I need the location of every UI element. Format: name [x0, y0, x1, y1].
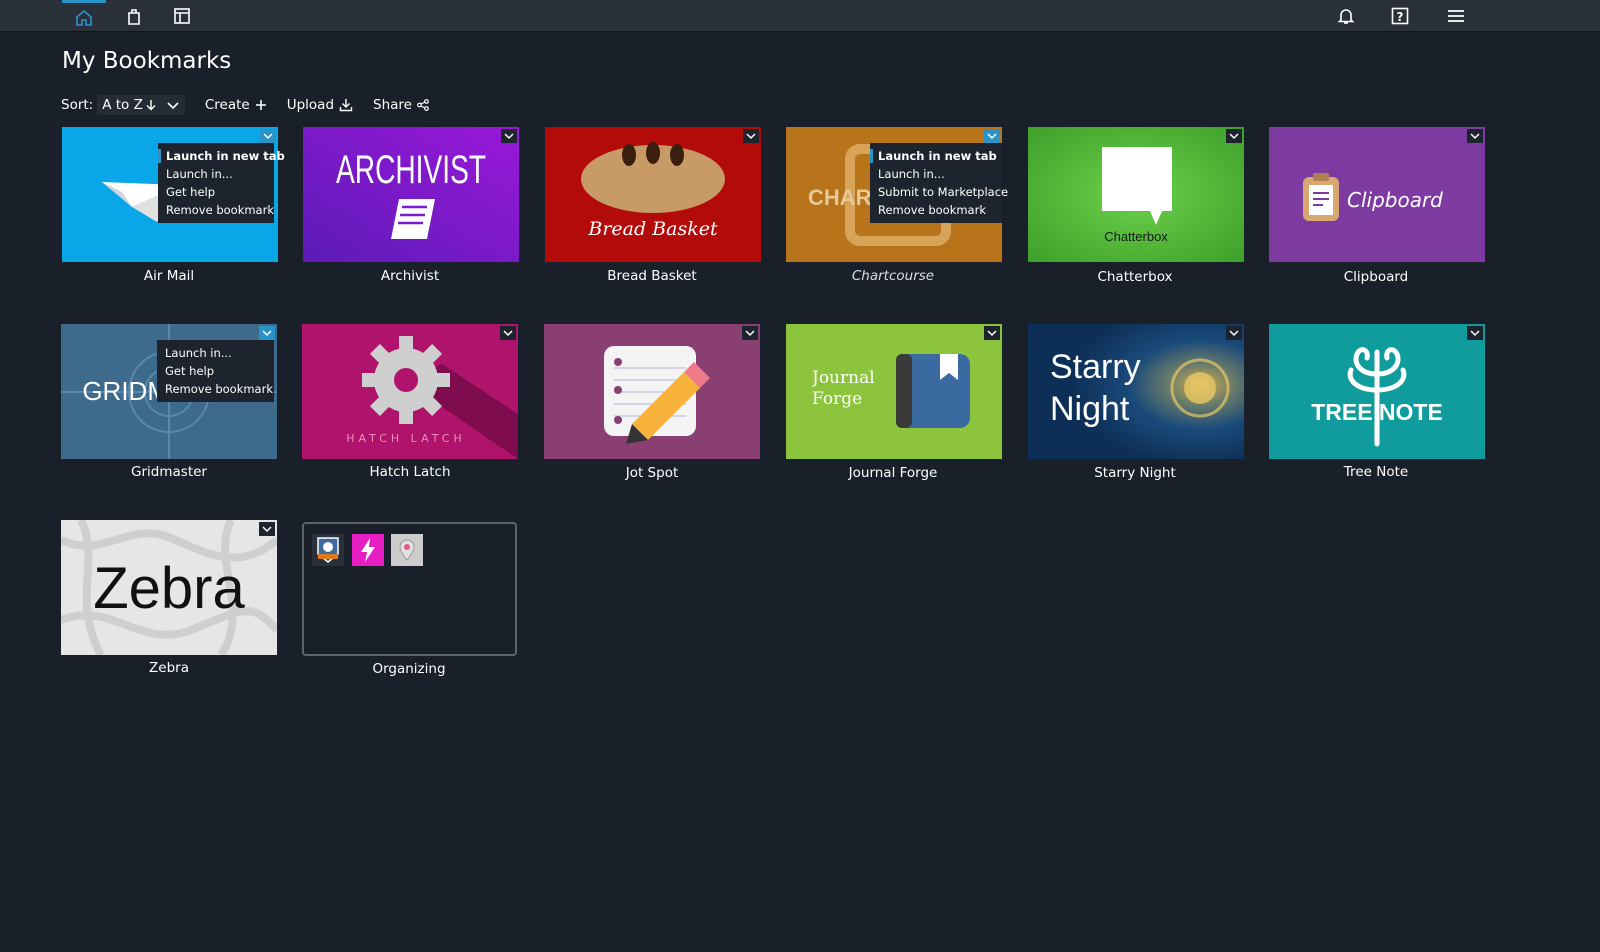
tile-label: Archivist	[380, 268, 440, 284]
bookmark-tile-jot-spot[interactable]	[544, 324, 760, 459]
bookmark-tile-archivist[interactable]: ARCHIVIST	[303, 127, 519, 262]
hatch-latch-art-text: HATCH LATCH	[346, 432, 466, 445]
tile-label: Clipboard	[1343, 269, 1409, 285]
bookmark-tile-bread-basket[interactable]: Bread Basket	[545, 127, 761, 262]
dashboard-icon[interactable]	[160, 0, 204, 32]
menu-item-launch-new-tab[interactable]: Launch in new tab	[870, 147, 1002, 165]
bookmark-tile-hatch-latch[interactable]: HATCH LATCH	[302, 324, 518, 459]
share-icon	[417, 99, 429, 111]
menu-item-get-help[interactable]: Get help	[157, 362, 274, 380]
upload-label: Upload	[286, 97, 335, 113]
bread-basket-art: Bread Basket	[545, 127, 761, 262]
clipboard-art-text: Clipboard	[1347, 188, 1443, 212]
tile-options-chevron-icon[interactable]	[1226, 129, 1242, 143]
tile-options-chevron-icon[interactable]	[500, 326, 516, 340]
mini-app-pin-icon	[391, 534, 423, 566]
sort-value: A to Z	[102, 97, 143, 113]
tile-label: Starry Night	[1094, 465, 1176, 481]
tile-options-chevron-icon[interactable]	[984, 129, 1000, 143]
tile-options-chevron-icon[interactable]	[1467, 129, 1483, 143]
archivist-art: ARCHIVIST	[303, 127, 519, 262]
menu-item-remove-bookmark[interactable]: Remove bookmark	[157, 380, 274, 398]
bookmark-tile-journal-forge[interactable]: Journal Forge	[786, 324, 1002, 459]
bookmarks-toolbar: Sort: A to Z Create Upload Share	[61, 95, 449, 115]
tile-options-chevron-icon[interactable]	[501, 129, 517, 143]
share-button[interactable]: Share	[373, 97, 429, 113]
chatterbox-art: Chatterbox	[1028, 127, 1244, 262]
top-navigation-bar: ?	[0, 0, 1600, 32]
tile-label: Air Mail	[143, 268, 195, 284]
menu-item-submit-marketplace[interactable]: Submit to Marketplace	[870, 183, 1008, 201]
tile-label: Bread Basket	[607, 268, 697, 284]
tile-options-chevron-icon[interactable]	[260, 129, 276, 143]
tile-context-menu: Launch in new tab Launch in... Submit to…	[870, 143, 1008, 223]
tile-label: Gridmaster	[131, 464, 207, 480]
chatterbox-art-text: Chatterbox	[1104, 229, 1168, 244]
tile-context-menu: Launch in new tab Launch in... Get help …	[158, 143, 285, 223]
archivist-art-text: ARCHIVIST	[336, 148, 486, 192]
tile-options-chevron-icon[interactable]	[984, 326, 1000, 340]
tile-options-chevron-icon[interactable]	[259, 522, 275, 536]
clipboard-art: Clipboard	[1269, 127, 1485, 262]
page-title: My Bookmarks	[62, 48, 232, 74]
help-icon[interactable]: ?	[1378, 0, 1422, 32]
journal-forge-art: Journal Forge	[786, 324, 1002, 459]
upload-button[interactable]: Upload	[287, 97, 353, 113]
zebra-art-text: Zebra	[93, 556, 245, 621]
notifications-bell-icon[interactable]	[1324, 0, 1368, 32]
arrow-down-icon	[146, 100, 156, 111]
menu-item-launch-in[interactable]: Launch in...	[157, 344, 274, 362]
share-label: Share	[373, 97, 412, 113]
menu-item-launch-new-tab[interactable]: Launch in new tab	[158, 147, 285, 165]
menu-item-remove-bookmark[interactable]: Remove bookmark	[158, 201, 274, 219]
tree-note-art: TREE NOTE	[1269, 324, 1485, 459]
bookmark-tile-starry-night[interactable]: Starry Night	[1028, 324, 1244, 459]
bread-basket-art-text: Bread Basket	[587, 218, 718, 240]
bookmark-tile-zebra[interactable]: Zebra	[61, 520, 277, 655]
plus-icon	[255, 100, 266, 110]
tile-options-chevron-icon[interactable]	[259, 326, 275, 340]
store-bag-icon[interactable]	[112, 0, 156, 32]
menu-item-launch-in[interactable]: Launch in...	[870, 165, 1002, 183]
menu-item-remove-bookmark[interactable]: Remove bookmark	[870, 201, 1002, 219]
hatch-latch-art: HATCH LATCH	[302, 324, 518, 459]
mini-app-map-icon	[312, 534, 344, 566]
sort-label: Sort:	[61, 97, 94, 113]
home-icon[interactable]	[62, 0, 106, 32]
chevron-down-icon	[167, 102, 179, 110]
create-button[interactable]: Create	[205, 97, 267, 113]
tile-label: Journal Forge	[848, 465, 938, 481]
tile-label: Zebra	[149, 660, 189, 676]
menu-item-get-help[interactable]: Get help	[158, 183, 274, 201]
sort-select[interactable]: A to Z	[97, 95, 185, 115]
tile-label: Tree Note	[1343, 464, 1409, 480]
bookmark-tile-clipboard[interactable]: Clipboard	[1269, 127, 1485, 262]
starry-night-art-text: Starry Night	[1050, 348, 1141, 428]
tile-context-menu: Launch in... Get help Remove bookmark	[157, 340, 274, 402]
mini-app-lightning-icon	[352, 534, 384, 566]
hamburger-menu-icon[interactable]	[1434, 0, 1478, 32]
tile-options-chevron-icon[interactable]	[743, 129, 759, 143]
tile-options-chevron-icon[interactable]	[1226, 326, 1242, 340]
menu-item-launch-in[interactable]: Launch in...	[158, 165, 274, 183]
zebra-art: Zebra	[61, 520, 277, 655]
svg-text:?: ?	[1397, 10, 1404, 24]
folder-label: Organizing	[372, 661, 446, 677]
tile-label: Hatch Latch	[369, 464, 451, 480]
create-label: Create	[204, 97, 250, 113]
bookmark-folder-organizing[interactable]	[302, 522, 517, 656]
bookmark-tile-chatterbox[interactable]: Chatterbox	[1028, 127, 1244, 262]
download-icon	[339, 99, 353, 112]
jot-spot-art	[544, 324, 760, 459]
chartcourse-art-text: CHAR	[808, 185, 872, 210]
starry-night-art: Starry Night	[1028, 324, 1244, 459]
tile-label: Chartcourse	[851, 268, 935, 284]
tree-note-art-text: TREE NOTE	[1311, 399, 1443, 425]
tile-options-chevron-icon[interactable]	[1467, 326, 1483, 340]
tile-label: Jot Spot	[625, 465, 679, 481]
tile-options-chevron-icon[interactable]	[742, 326, 758, 340]
journal-forge-art-text: Journal Forge	[812, 368, 875, 409]
tile-label: Chatterbox	[1097, 269, 1173, 285]
bookmark-tile-tree-note[interactable]: TREE NOTE	[1269, 324, 1485, 459]
